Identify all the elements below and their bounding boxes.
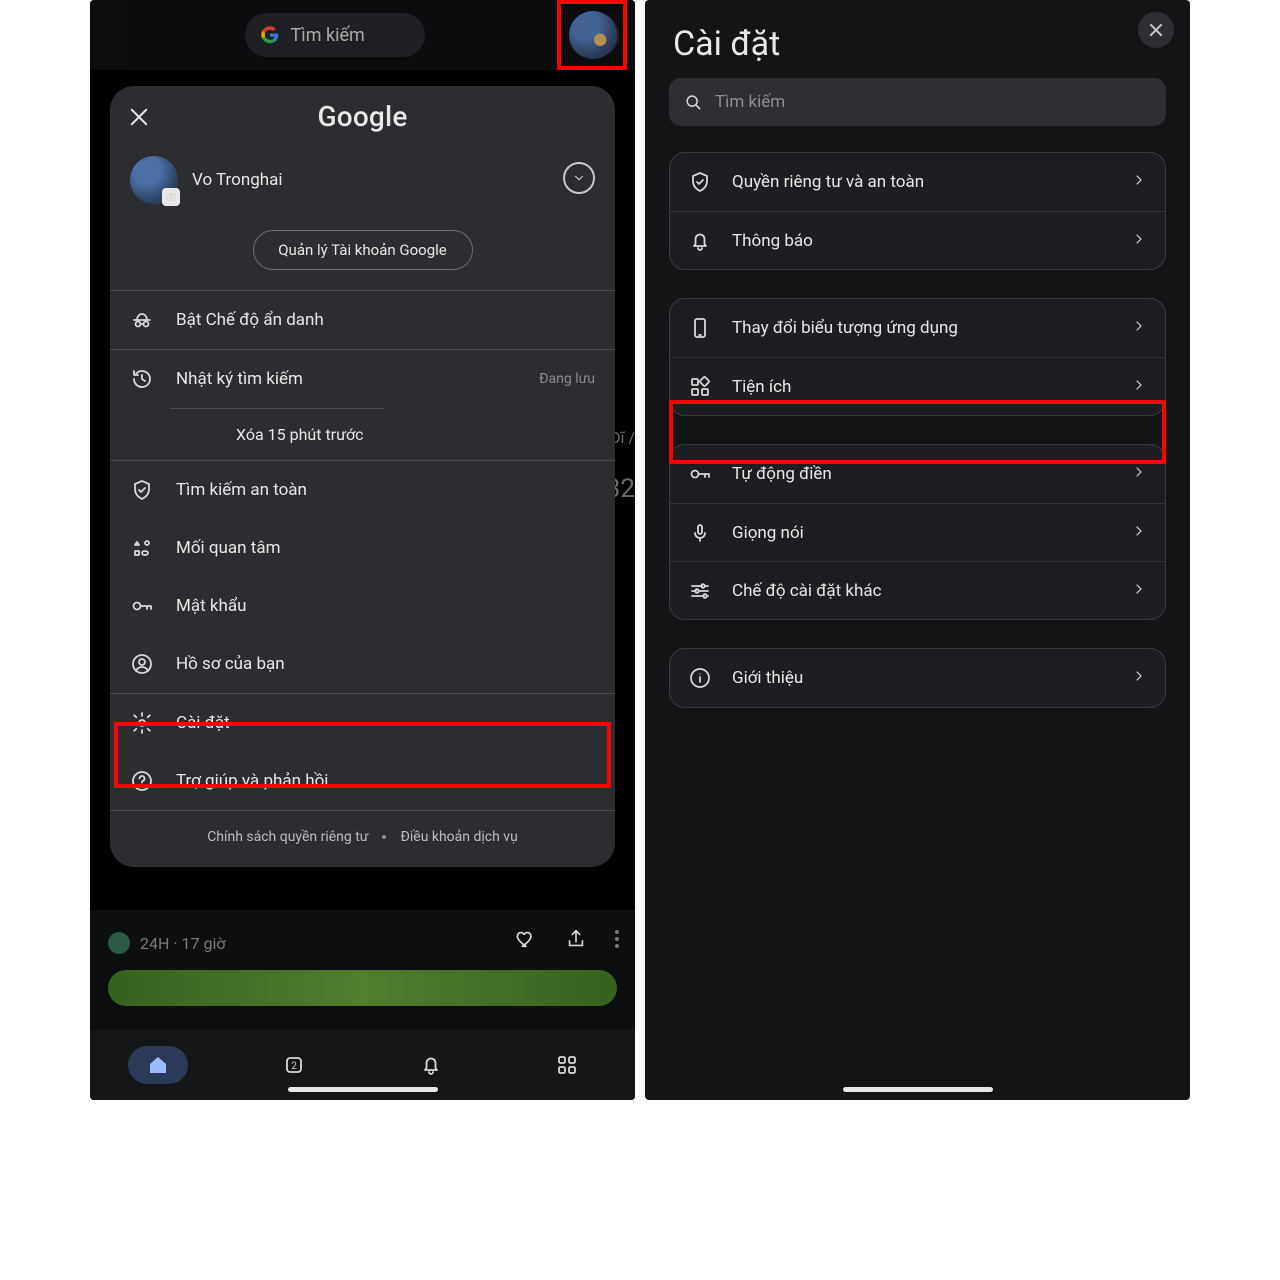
shield-icon xyxy=(130,478,154,502)
heart-icon[interactable] xyxy=(515,928,537,950)
item-other[interactable]: Chế độ cài đặt khác xyxy=(670,561,1165,619)
camera-badge-icon xyxy=(162,188,180,206)
screenshot-left: Tìm kiếm 24H · 17 giờ Dĩ / 32 Google xyxy=(90,0,635,1100)
svg-text:2: 2 xyxy=(292,1061,298,1072)
interests-icon xyxy=(130,536,154,560)
profile-avatar[interactable] xyxy=(569,11,617,59)
nav-notifications[interactable] xyxy=(401,1046,461,1084)
menu-search-history[interactable]: Nhật ký tìm kiếm Đang lưu xyxy=(110,350,615,408)
chevron-right-icon xyxy=(1131,377,1147,397)
article-actions xyxy=(515,928,619,950)
history-status: Đang lưu xyxy=(539,371,595,387)
menu-safesearch[interactable]: Tìm kiếm an toàn xyxy=(110,461,615,519)
top-bar: Tìm kiếm xyxy=(90,0,635,70)
source-badge-icon xyxy=(108,932,130,954)
expand-account-button[interactable] xyxy=(563,162,595,194)
mic-icon xyxy=(688,521,712,545)
widgets-icon xyxy=(688,375,712,399)
chevron-right-icon xyxy=(1131,318,1147,338)
feed-card-preview xyxy=(108,970,617,1006)
tos-link[interactable]: Điều khoản dịch vụ xyxy=(400,829,517,845)
screenshot-right: Cài đặt Tìm kiếm Quyền riêng tư và an to… xyxy=(645,0,1190,1100)
shield-check-icon xyxy=(688,170,712,194)
menu-incognito[interactable]: Bật Chế độ ẩn danh xyxy=(110,291,615,349)
account-row[interactable]: Vo Tronghai xyxy=(110,146,615,208)
menu-clear-15[interactable]: Xóa 15 phút trước xyxy=(110,408,615,460)
item-appicon[interactable]: Thay đổi biểu tượng ứng dụng xyxy=(670,299,1165,357)
account-name: Vo Tronghai xyxy=(192,170,283,190)
nav-home[interactable] xyxy=(128,1046,188,1084)
home-indicator[interactable] xyxy=(843,1087,993,1092)
google-g-icon xyxy=(259,24,281,46)
item-privacy[interactable]: Quyền riêng tư và an toàn xyxy=(670,153,1165,211)
menu-help[interactable]: Trợ giúp và phản hồi xyxy=(110,752,615,810)
menu-interests[interactable]: Mối quan tâm xyxy=(110,519,615,577)
item-notifications[interactable]: Thông báo xyxy=(670,211,1165,269)
account-avatar xyxy=(130,156,178,204)
search-placeholder: Tìm kiếm xyxy=(715,92,785,112)
panel-header: Google xyxy=(110,86,615,146)
search-icon xyxy=(683,92,703,112)
profile-icon xyxy=(130,652,154,676)
search-pill[interactable]: Tìm kiếm xyxy=(245,13,425,57)
help-icon xyxy=(130,769,154,793)
home-icon xyxy=(146,1053,170,1077)
chevron-right-icon xyxy=(1131,523,1147,543)
menu-passwords[interactable]: Mật khẩu xyxy=(110,577,615,635)
group-privacy: Quyền riêng tư và an toàn Thông báo xyxy=(669,152,1166,270)
privacy-link[interactable]: Chính sách quyền riêng tư xyxy=(207,829,368,845)
account-menu: Bật Chế độ ẩn danh Nhật ký tìm kiếm Đang… xyxy=(110,291,615,859)
panel-footer: Chính sách quyền riêng tư Điều khoản dịc… xyxy=(110,811,615,859)
close-icon[interactable] xyxy=(126,104,152,130)
article-source: 24H · 17 giờ xyxy=(108,932,226,954)
item-autofill[interactable]: Tự động điền xyxy=(670,445,1165,503)
bell-icon xyxy=(688,229,712,253)
chevron-right-icon xyxy=(1131,464,1147,484)
share-icon[interactable] xyxy=(565,928,587,950)
item-voice[interactable]: Giọng nói xyxy=(670,503,1165,561)
tabs-icon: 2 xyxy=(282,1053,306,1077)
phone-icon xyxy=(688,316,712,340)
group-about: Giới thiệu xyxy=(669,648,1166,708)
chevron-right-icon xyxy=(1131,668,1147,688)
chevron-right-icon xyxy=(1131,231,1147,251)
settings-search[interactable]: Tìm kiếm xyxy=(669,78,1166,126)
gear-icon xyxy=(130,711,154,735)
key-icon xyxy=(130,594,154,618)
search-placeholder: Tìm kiếm xyxy=(291,25,365,46)
grid-icon xyxy=(555,1053,579,1077)
close-icon xyxy=(1148,22,1164,38)
info-icon xyxy=(688,666,712,690)
incognito-icon xyxy=(130,308,154,332)
sliders-icon xyxy=(688,579,712,603)
more-icon[interactable] xyxy=(615,930,619,948)
menu-profile[interactable]: Hồ sơ của bạn xyxy=(110,635,615,693)
chevron-right-icon xyxy=(1131,581,1147,601)
bell-icon xyxy=(419,1053,443,1077)
key-icon xyxy=(688,462,712,486)
nav-apps[interactable] xyxy=(537,1046,597,1084)
nav-tabs[interactable]: 2 xyxy=(264,1046,324,1084)
page-title: Cài đặt xyxy=(645,0,1190,78)
history-icon xyxy=(130,367,154,391)
chevron-right-icon xyxy=(1131,172,1147,192)
item-about[interactable]: Giới thiệu xyxy=(670,649,1165,707)
chevron-down-icon xyxy=(572,171,586,185)
manage-account-button[interactable]: Quản lý Tài khoản Google xyxy=(253,230,473,270)
item-widgets[interactable]: Tiện ích xyxy=(670,357,1165,415)
close-button[interactable] xyxy=(1138,12,1174,48)
menu-settings[interactable]: Cài đặt xyxy=(110,694,615,752)
home-indicator[interactable] xyxy=(288,1087,438,1092)
group-input: Tự động điền Giọng nói Chế độ cài đặt kh… xyxy=(669,444,1166,620)
account-panel: Google Vo Tronghai Quản lý Tài khoản Goo… xyxy=(110,86,615,867)
dot-separator xyxy=(382,835,386,839)
google-logo-text: Google xyxy=(317,100,407,133)
group-appearance: Thay đổi biểu tượng ứng dụng Tiện ích xyxy=(669,298,1166,416)
